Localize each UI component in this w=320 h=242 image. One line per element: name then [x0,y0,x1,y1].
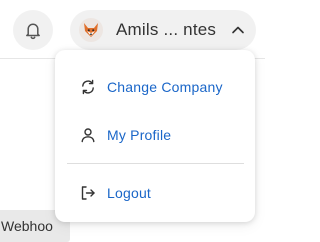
notifications-button[interactable] [13,10,53,50]
menu-divider [67,163,244,164]
chevron-up-icon [230,23,246,37]
account-dropdown-menu: Change Company My Profile Logout [55,50,255,222]
bell-icon [23,20,43,40]
logout-label: Logout [107,185,152,201]
fox-avatar-icon [79,18,103,42]
change-company-menu-item[interactable]: Change Company [55,70,255,104]
webhooks-tab-label: Webhoo [1,218,53,234]
switch-arrows-icon [80,79,96,95]
account-name: Amils ... ntes [116,20,217,39]
logout-icon [80,185,96,201]
my-profile-label: My Profile [107,127,172,143]
change-company-label: Change Company [107,79,223,95]
account-menu-button[interactable]: Amils ... ntes [70,10,256,50]
my-profile-menu-item[interactable]: My Profile [55,118,255,152]
logout-menu-item[interactable]: Logout [55,176,255,210]
user-icon [80,127,96,143]
